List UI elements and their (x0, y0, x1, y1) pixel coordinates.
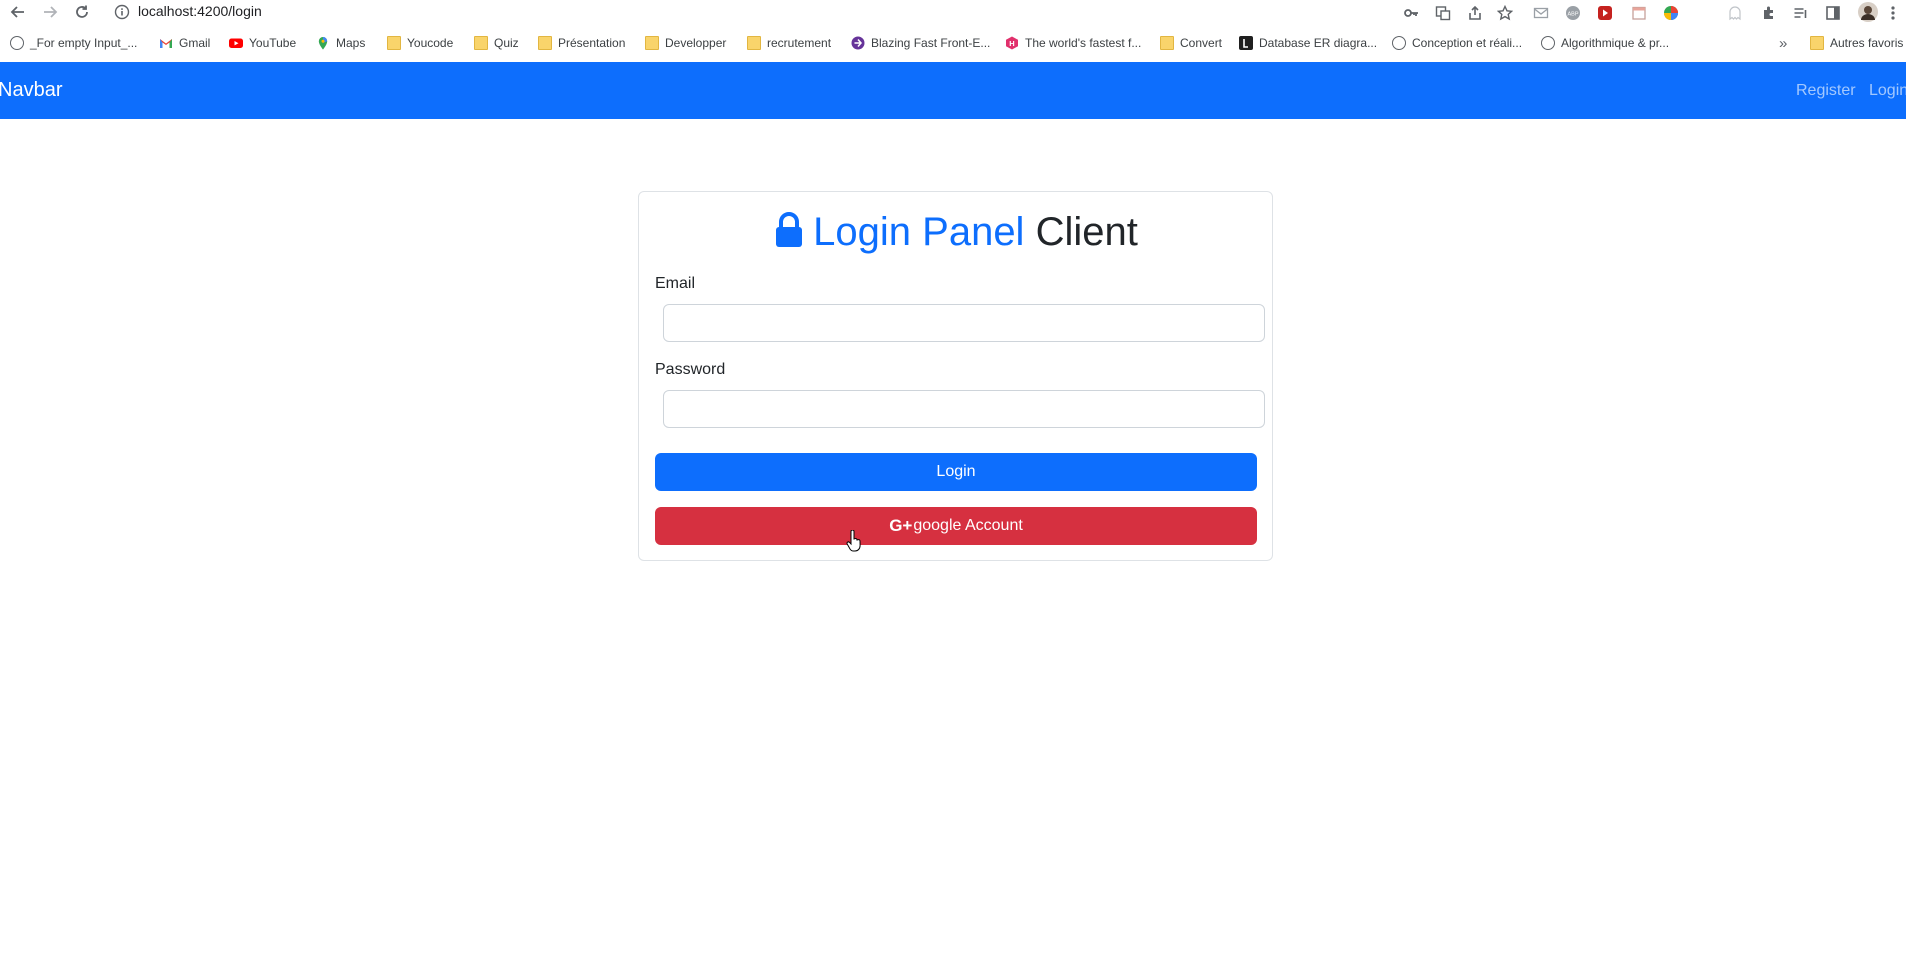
calendar-extension-icon[interactable] (1630, 4, 1648, 22)
login-button[interactable]: Login (655, 453, 1257, 491)
bookmark-label: Blazing Fast Front-E... (871, 36, 991, 50)
globe-icon (1392, 36, 1406, 50)
folder-icon (474, 36, 488, 50)
hand-cursor-icon (846, 530, 861, 552)
email-field[interactable] (663, 304, 1265, 342)
password-field[interactable] (663, 390, 1265, 428)
address-bar-row: localhost:4200/login ABP (0, 0, 1906, 26)
bookmark-folder[interactable]: Quiz (474, 34, 519, 52)
google-button-label: google Account (913, 517, 1023, 534)
chevron-double-right-icon: » (1779, 34, 1788, 52)
url-text[interactable]: localhost:4200/login (138, 3, 262, 19)
title-primary: Login Panel (813, 210, 1025, 254)
bookmark-item[interactable]: _For empty Input_... (10, 34, 137, 52)
title-secondary: Client (1035, 210, 1138, 254)
email-label: Email (655, 275, 696, 292)
abp-extension-icon[interactable]: ABP (1564, 4, 1582, 22)
site-icon: H (1006, 36, 1018, 50)
bookmark-item[interactable]: Database ER diagra... (1239, 34, 1377, 52)
youtube-icon (229, 38, 243, 48)
bookmarks-bar: _For empty Input_... Gmail YouTube Maps … (0, 30, 1906, 56)
nav-link-register[interactable]: Register (1796, 82, 1856, 100)
bookmark-item[interactable]: Gmail (159, 34, 210, 52)
folder-icon (387, 36, 401, 50)
bookmark-label: Developper (665, 36, 727, 50)
bookmark-folder[interactable]: Convert (1160, 34, 1222, 52)
bookmark-label: Database ER diagra... (1259, 36, 1378, 50)
google-plus-icon: G+ (889, 516, 913, 535)
app-navbar: Navbar Register Login (0, 62, 1906, 119)
bookmark-label: The world's fastest f... (1025, 36, 1142, 50)
navbar-brand[interactable]: Navbar (0, 79, 62, 102)
bookmark-label: recrutement (767, 36, 832, 50)
mail-extension-icon[interactable] (1532, 4, 1550, 22)
ghost-extension-icon[interactable] (1726, 4, 1744, 22)
bookmark-item[interactable]: H The world's fastest f... (1005, 34, 1141, 52)
svg-text:H: H (1009, 39, 1014, 48)
reading-list-icon[interactable] (1792, 4, 1810, 22)
bookmark-label: Conception et réali... (1412, 36, 1523, 50)
other-bookmarks-folder[interactable]: Autres favoris (1810, 34, 1903, 52)
bookmark-folder[interactable]: Présentation (538, 34, 625, 52)
bookmark-folder[interactable]: Youcode (387, 34, 453, 52)
site-info-icon[interactable] (114, 4, 130, 20)
color-picker-icon[interactable] (1662, 4, 1680, 22)
video-extension-icon[interactable] (1596, 4, 1614, 22)
bookmark-label: Algorithmique & pr... (1561, 36, 1670, 50)
password-label: Password (655, 361, 726, 378)
bookmark-item[interactable]: Blazing Fast Front-E... (851, 34, 990, 52)
bookmark-folder[interactable]: recrutement (747, 34, 831, 52)
back-icon[interactable] (8, 2, 28, 22)
site-icon (851, 36, 865, 50)
star-icon[interactable] (1496, 4, 1514, 22)
page-title: Login Panel Client (639, 210, 1274, 255)
folder-icon (645, 36, 659, 50)
bookmarks-overflow-button[interactable]: » (1779, 34, 1787, 52)
site-icon (1239, 36, 1253, 50)
bookmark-item[interactable]: Conception et réali... (1392, 34, 1522, 52)
bookmark-label: Youcode (407, 36, 454, 50)
nav-link-login[interactable]: Login (1869, 82, 1906, 100)
bookmark-item[interactable]: Algorithmique & pr... (1541, 34, 1669, 52)
google-login-button[interactable]: G+ google Account (655, 507, 1257, 545)
bookmark-folder[interactable]: Developper (645, 34, 726, 52)
lock-icon (776, 212, 803, 247)
gmail-icon (160, 39, 172, 48)
bookmark-label: Présentation (558, 36, 626, 50)
bookmark-label: Gmail (179, 36, 211, 50)
folder-icon (1810, 36, 1824, 50)
bookmark-item[interactable]: YouTube (229, 34, 296, 52)
side-panel-icon[interactable] (1824, 4, 1842, 22)
translate-icon[interactable] (1434, 4, 1452, 22)
browser-chrome: localhost:4200/login ABP _For empty Inpu… (0, 0, 1906, 62)
bookmark-label: _For empty Input_... (30, 36, 138, 50)
bookmark-item[interactable]: Maps (316, 34, 365, 52)
folder-icon (747, 36, 761, 50)
forward-icon[interactable] (40, 2, 60, 22)
folder-icon (1160, 36, 1174, 50)
globe-icon (10, 36, 24, 50)
globe-icon (1541, 36, 1555, 50)
share-icon[interactable] (1466, 4, 1484, 22)
bookmark-label: Convert (1180, 36, 1223, 50)
key-icon[interactable] (1402, 4, 1420, 22)
svg-text:ABP: ABP (1567, 12, 1578, 18)
browser-menu-icon[interactable] (1884, 4, 1902, 22)
maps-icon (318, 37, 328, 50)
bookmark-label: Autres favoris (1830, 36, 1904, 50)
profile-avatar[interactable] (1858, 2, 1878, 22)
folder-icon (538, 36, 552, 50)
bookmark-label: YouTube (249, 36, 297, 50)
reload-icon[interactable] (72, 2, 92, 22)
bookmark-label: Quiz (494, 36, 519, 50)
login-card: Login Panel Client Email Password Login … (638, 191, 1273, 561)
puzzle-extensions-icon[interactable] (1760, 4, 1778, 22)
bookmark-label: Maps (336, 36, 366, 50)
